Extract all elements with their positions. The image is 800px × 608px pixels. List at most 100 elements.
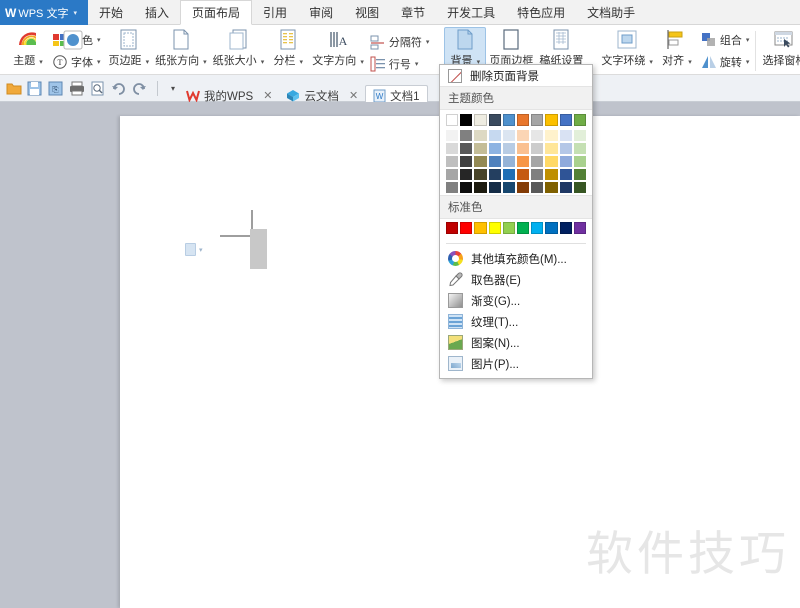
print-preview-icon[interactable] [89, 80, 106, 97]
theme-variant-swatch-2-9[interactable] [573, 156, 587, 167]
chevron-down-icon[interactable]: ▾ [73, 9, 77, 17]
shape-rectangle[interactable] [250, 229, 267, 269]
close-icon[interactable]: ✕ [263, 89, 272, 102]
standard-color-swatch-2[interactable] [474, 222, 487, 234]
standard-color-swatch-6[interactable] [531, 222, 544, 234]
standard-color-swatch-0[interactable] [446, 222, 459, 234]
theme-variant-swatch-0-3[interactable] [488, 130, 501, 141]
chevron-down-icon[interactable]: ▾ [199, 246, 203, 254]
theme-variant-swatch-3-0[interactable] [446, 169, 459, 180]
theme-variant-swatch-1-9[interactable] [573, 143, 587, 154]
theme-color-swatch-7[interactable] [545, 114, 558, 126]
theme-variant-swatch-3-6[interactable] [531, 169, 544, 180]
theme-variant-swatch-0-6[interactable] [531, 130, 544, 141]
standard-color-swatch-7[interactable] [545, 222, 558, 234]
theme-colors-grid[interactable] [440, 110, 592, 195]
theme-variant-swatch-1-0[interactable] [446, 143, 459, 154]
theme-variant-swatch-4-0[interactable] [446, 182, 459, 193]
align-button[interactable]: 对齐 ▾ [656, 27, 698, 70]
orientation-button[interactable]: 纸张方向 ▾ [152, 27, 210, 70]
group-button[interactable]: 组合 ▾ [698, 29, 753, 50]
theme-variant-swatch-2-0[interactable] [446, 156, 459, 167]
close-icon[interactable]: ✕ [349, 89, 358, 102]
theme-variant-swatch-1-5[interactable] [517, 143, 530, 154]
theme-variant-swatch-2-4[interactable] [502, 156, 516, 167]
tab-references[interactable]: 引用 [252, 0, 298, 25]
theme-variant-swatch-0-2[interactable] [474, 130, 487, 141]
theme-variant-swatch-4-5[interactable] [517, 182, 530, 193]
theme-variant-swatch-2-6[interactable] [531, 156, 544, 167]
line-numbers-button[interactable]: 行号 ▾ [367, 53, 433, 74]
chevron-down-icon[interactable]: ▾ [97, 36, 101, 44]
more-fill-colors-item[interactable]: 其他填充颜色(M)... [440, 248, 592, 269]
texture-item[interactable]: 纹理(T)... [440, 311, 592, 332]
theme-variant-swatch-4-3[interactable] [488, 182, 501, 193]
object-anchor[interactable]: ▾ [185, 243, 203, 256]
standard-color-swatch-9[interactable] [573, 222, 587, 234]
standard-color-swatch-5[interactable] [517, 222, 530, 234]
theme-color-swatch-0[interactable] [446, 114, 459, 126]
background-dropdown-menu[interactable]: 删除页面背景 主题颜色 标准色 其他填充颜色(M)... 取色器(E) 渐变(G… [439, 64, 593, 379]
remove-page-background-item[interactable]: 删除页面背景 [440, 65, 592, 86]
theme-variant-swatch-1-8[interactable] [559, 143, 572, 154]
tab-featured-apps[interactable]: 特色应用 [506, 0, 576, 25]
pattern-item[interactable]: 图案(N)... [440, 332, 592, 353]
tab-developer-tools[interactable]: 开发工具 [436, 0, 506, 25]
theme-color-swatch-3[interactable] [488, 114, 501, 126]
undo-icon[interactable] [110, 80, 127, 97]
standard-color-swatch-3[interactable] [488, 222, 501, 234]
theme-variant-swatch-0-4[interactable] [502, 130, 516, 141]
paper-size-button[interactable]: 纸张大小 ▾ [210, 27, 268, 70]
theme-variant-swatch-1-2[interactable] [474, 143, 487, 154]
open-icon[interactable] [5, 80, 22, 97]
theme-variant-swatch-3-9[interactable] [573, 169, 587, 180]
text-wrap-button[interactable]: 文字环绕 ▾ [598, 27, 656, 70]
columns-button[interactable]: 分栏 ▾ [267, 27, 309, 70]
theme-variant-swatch-0-7[interactable] [545, 130, 558, 141]
theme-variant-swatch-1-4[interactable] [502, 143, 516, 154]
margins-button[interactable]: 页边距 ▾ [106, 27, 153, 70]
theme-button[interactable]: 主题 ▾ [7, 27, 49, 70]
theme-variant-swatch-2-7[interactable] [545, 156, 558, 167]
theme-color-swatch-2[interactable] [474, 114, 487, 126]
theme-variant-swatch-3-7[interactable] [545, 169, 558, 180]
theme-variant-swatch-0-0[interactable] [446, 130, 459, 141]
standard-color-swatch-8[interactable] [559, 222, 572, 234]
tab-insert[interactable]: 插入 [134, 0, 180, 25]
theme-variant-swatch-1-6[interactable] [531, 143, 544, 154]
standard-color-swatch-4[interactable] [502, 222, 516, 234]
theme-variant-swatch-1-1[interactable] [460, 143, 473, 154]
theme-color-swatch-9[interactable] [573, 114, 587, 126]
tab-view[interactable]: 视图 [344, 0, 390, 25]
theme-variant-swatch-2-8[interactable] [559, 156, 572, 167]
theme-variant-swatch-0-1[interactable] [460, 130, 473, 141]
standard-color-swatch-1[interactable] [460, 222, 473, 234]
chevron-down-icon[interactable]: ▾ [426, 38, 430, 46]
theme-variant-swatch-0-5[interactable] [517, 130, 530, 141]
theme-variant-swatch-3-3[interactable] [488, 169, 501, 180]
standard-colors-row[interactable] [446, 222, 587, 234]
theme-variant-swatch-4-6[interactable] [531, 182, 544, 193]
theme-variant-swatch-2-2[interactable] [474, 156, 487, 167]
eyedropper-item[interactable]: 取色器(E) [440, 269, 592, 290]
chevron-down-icon[interactable]: ▾ [746, 58, 750, 66]
layout-options-icon[interactable] [185, 243, 196, 256]
theme-variant-swatch-2-1[interactable] [460, 156, 473, 167]
theme-variant-swatch-4-4[interactable] [502, 182, 516, 193]
picture-item[interactable]: 图片(P)... [440, 353, 592, 374]
standard-colors-grid[interactable] [440, 219, 592, 239]
theme-variant-swatch-0-9[interactable] [573, 130, 587, 141]
theme-color-swatch-5[interactable] [517, 114, 530, 126]
theme-colors-variant-rows[interactable] [446, 130, 587, 193]
theme-variant-swatch-4-8[interactable] [559, 182, 572, 193]
theme-variant-swatch-4-1[interactable] [460, 182, 473, 193]
theme-variant-swatch-4-9[interactable] [573, 182, 587, 193]
print-icon[interactable] [68, 80, 85, 97]
theme-variant-swatch-2-3[interactable] [488, 156, 501, 167]
save-icon[interactable] [26, 80, 43, 97]
theme-variant-swatch-1-7[interactable] [545, 143, 558, 154]
rotate-button[interactable]: 旋转 ▾ [698, 51, 753, 72]
save-as-icon[interactable]: ⎘ [47, 80, 64, 97]
select-pane-button[interactable]: 选择窗格 [759, 27, 800, 70]
text-direction-button[interactable]: A 文字方向 ▾ [309, 27, 367, 70]
